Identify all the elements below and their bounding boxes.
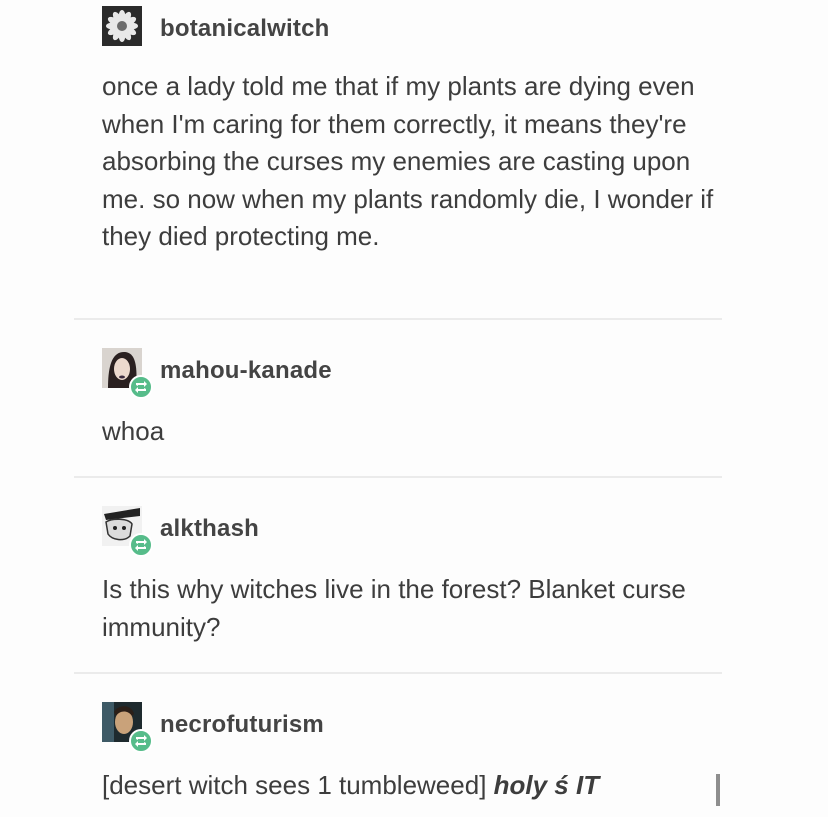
reblog-post: alkthash Is this why witches live in the… bbox=[102, 506, 722, 646]
post-body-text: Is this why witches live in the forest? … bbox=[102, 574, 686, 642]
post-text-plain: [desert witch sees 1 tumbleweed] bbox=[102, 770, 494, 800]
post-body-text: whoa bbox=[102, 416, 165, 446]
post-username[interactable]: mahou-kanade bbox=[160, 357, 332, 385]
post-divider bbox=[74, 476, 722, 478]
tumblr-post-thread: botanicalwitch once a lady told me that … bbox=[0, 0, 828, 817]
post-username[interactable]: alkthash bbox=[160, 515, 259, 543]
post-divider bbox=[74, 318, 722, 320]
original-post: botanicalwitch once a lady told me that … bbox=[102, 6, 722, 256]
reblog-post: mahou-kanade whoa bbox=[102, 348, 722, 451]
post-body-text: once a lady told me that if my plants ar… bbox=[102, 71, 714, 251]
post-text-emphasis: holy ś IT bbox=[493, 770, 600, 800]
post-username[interactable]: botanicalwitch bbox=[160, 15, 330, 43]
reblog-icon bbox=[129, 375, 153, 399]
reblog-icon bbox=[129, 533, 153, 557]
post-header: alkthash bbox=[102, 506, 722, 557]
post-header: mahou-kanade bbox=[102, 348, 722, 399]
daisy-flower-icon[interactable] bbox=[102, 6, 142, 46]
post-header: necrofuturism bbox=[102, 702, 722, 753]
reblog-icon bbox=[129, 729, 153, 753]
reblog-post: necrofuturism [desert witch sees 1 tumbl… bbox=[102, 702, 722, 805]
scrollbar[interactable] bbox=[716, 774, 720, 806]
post-divider bbox=[74, 672, 722, 674]
post-username[interactable]: necrofuturism bbox=[160, 711, 324, 739]
post-body-text: [desert witch sees 1 tumbleweed] holy ś … bbox=[102, 767, 722, 805]
post-header: botanicalwitch bbox=[102, 6, 722, 46]
